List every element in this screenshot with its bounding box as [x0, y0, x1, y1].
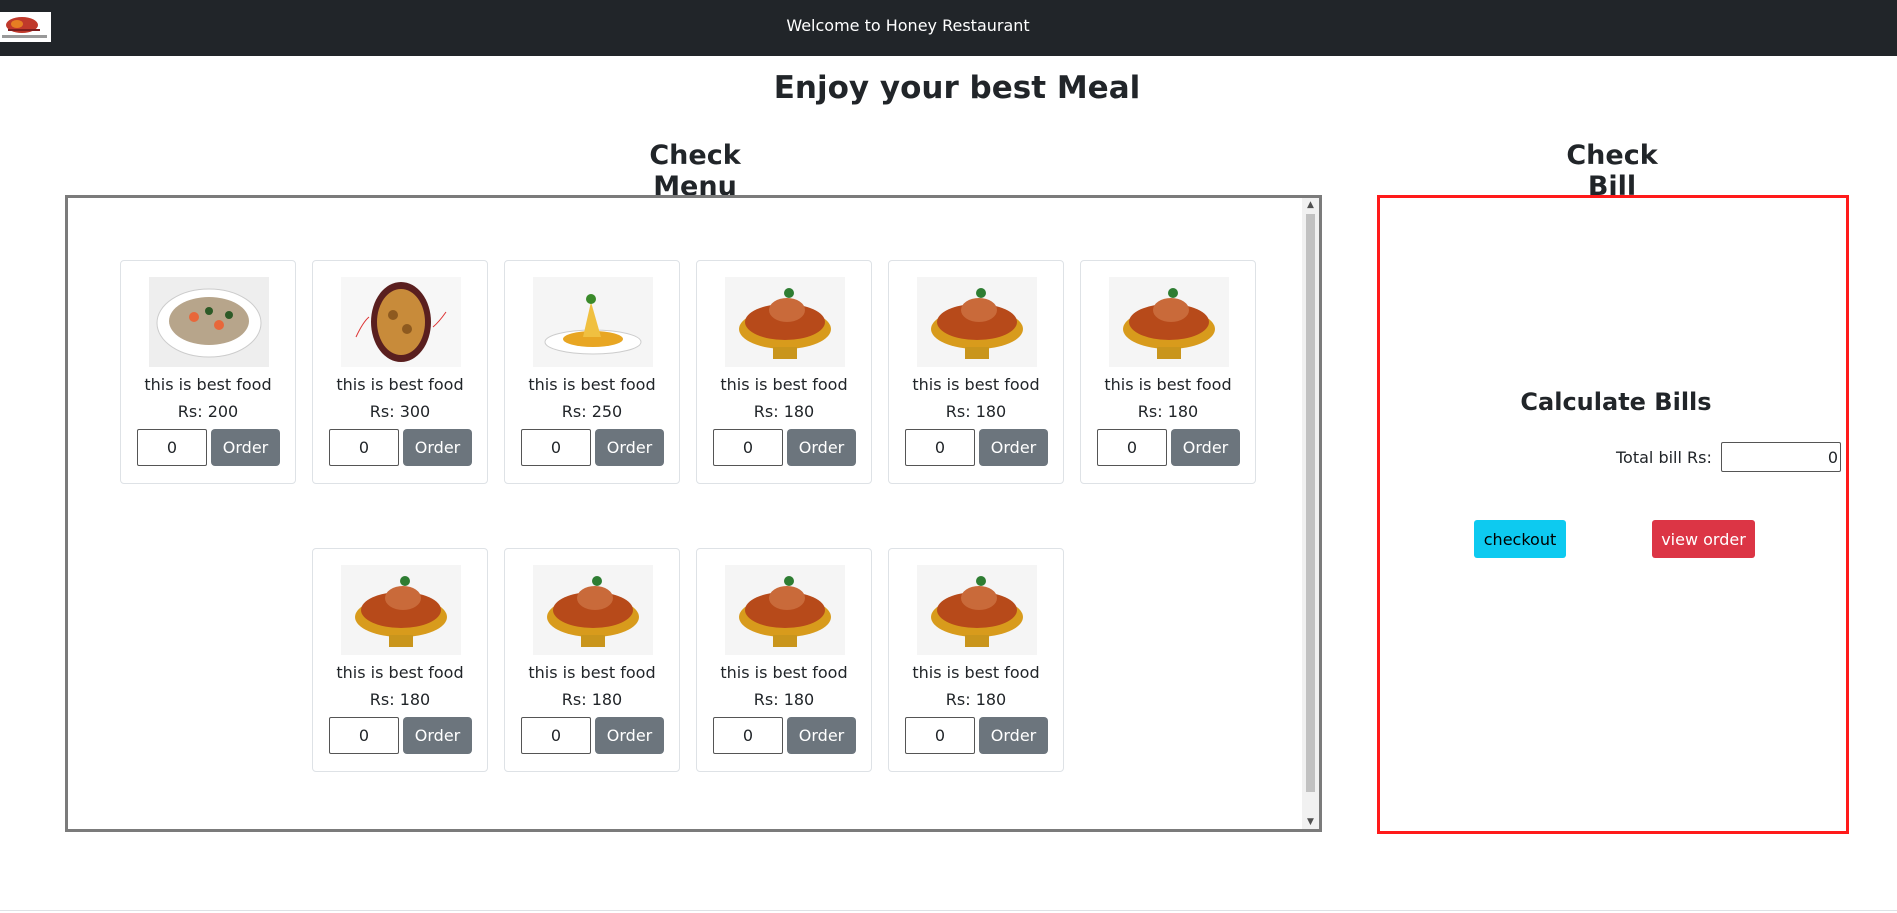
food-name: this is best food [720, 663, 848, 682]
menu-card: this is best food Rs: 180 Order [888, 260, 1064, 484]
food-price: Rs: 300 [369, 402, 431, 421]
bill-panel: Calculate Bills Total bill Rs: checkout … [1377, 195, 1849, 834]
calculate-bills-heading: Calculate Bills [1520, 388, 1712, 416]
food-price: Rs: 180 [369, 690, 431, 709]
order-button[interactable]: Order [787, 429, 856, 466]
order-button[interactable]: Order [211, 429, 280, 466]
quantity-input[interactable] [713, 429, 783, 466]
food-price: Rs: 180 [1137, 402, 1199, 421]
scroll-down-icon[interactable]: ▼ [1302, 815, 1319, 829]
order-button[interactable]: Order [403, 717, 472, 754]
scroll-thumb[interactable] [1306, 214, 1315, 792]
food-price: Rs: 250 [561, 402, 623, 421]
menu-card: this is best food Rs: 180 Order [696, 260, 872, 484]
menu-card: this is best food Rs: 200 Order [120, 260, 296, 484]
order-button[interactable]: Order [595, 429, 664, 466]
food-image [917, 277, 1037, 367]
menu-card: this is best food Rs: 180 Order [1080, 260, 1256, 484]
food-name: this is best food [528, 663, 656, 682]
menu-card: this is best food Rs: 300 Order [312, 260, 488, 484]
order-button[interactable]: Order [979, 717, 1048, 754]
food-image [533, 565, 653, 655]
menu-frame: this is best food Rs: 200 Order this is … [65, 195, 1322, 832]
food-price: Rs: 180 [561, 690, 623, 709]
quantity-input[interactable] [137, 429, 207, 466]
food-image [917, 565, 1037, 655]
food-name: this is best food [1104, 375, 1232, 394]
quantity-input[interactable] [329, 429, 399, 466]
food-image [725, 565, 845, 655]
navbar-title: Welcome to Honey Restaurant [786, 16, 1030, 35]
page-title: Enjoy your best Meal [773, 70, 1141, 106]
menu-card: this is best food Rs: 180 Order [888, 548, 1064, 772]
menu-card: this is best food Rs: 180 Order [696, 548, 872, 772]
quantity-input[interactable] [1097, 429, 1167, 466]
menu-card: this is best food Rs: 180 Order [312, 548, 488, 772]
food-name: this is best food [336, 663, 464, 682]
bill-section-title: Check Bill [1566, 140, 1658, 202]
food-image [149, 277, 269, 367]
food-name: this is best food [336, 375, 464, 394]
menu-section-title: Check Menu [649, 140, 741, 202]
menu-card: this is best food Rs: 250 Order [504, 260, 680, 484]
order-button[interactable]: Order [595, 717, 664, 754]
navbar: Welcome to Honey Restaurant [0, 0, 1897, 56]
quantity-input[interactable] [905, 717, 975, 754]
food-price: Rs: 180 [753, 690, 815, 709]
food-price: Rs: 200 [177, 402, 239, 421]
order-button[interactable]: Order [403, 429, 472, 466]
food-image [341, 565, 461, 655]
menu-card: this is best food Rs: 180 Order [504, 548, 680, 772]
total-bill-label: Total bill Rs: [1616, 448, 1712, 467]
food-image [1109, 277, 1229, 367]
order-button[interactable]: Order [1171, 429, 1240, 466]
food-price: Rs: 180 [945, 690, 1007, 709]
food-price: Rs: 180 [945, 402, 1007, 421]
view-order-button[interactable]: view order [1652, 520, 1755, 558]
food-name: this is best food [144, 375, 272, 394]
food-image [533, 277, 653, 367]
order-button[interactable]: Order [787, 717, 856, 754]
food-name: this is best food [912, 663, 1040, 682]
quantity-input[interactable] [521, 429, 591, 466]
food-name: this is best food [528, 375, 656, 394]
quantity-input[interactable] [329, 717, 399, 754]
scroll-up-icon[interactable]: ▲ [1302, 198, 1319, 212]
food-price: Rs: 180 [753, 402, 815, 421]
quantity-input[interactable] [905, 429, 975, 466]
food-image [725, 277, 845, 367]
quantity-input[interactable] [521, 717, 591, 754]
total-bill-input[interactable] [1721, 442, 1841, 472]
food-image [341, 277, 461, 367]
quantity-input[interactable] [713, 717, 783, 754]
order-button[interactable]: Order [979, 429, 1048, 466]
checkout-button[interactable]: checkout [1474, 520, 1566, 558]
footer-divider [0, 910, 1897, 911]
food-name: this is best food [720, 375, 848, 394]
food-name: this is best food [912, 375, 1040, 394]
menu-scrollbar[interactable]: ▲ ▼ [1302, 198, 1319, 829]
